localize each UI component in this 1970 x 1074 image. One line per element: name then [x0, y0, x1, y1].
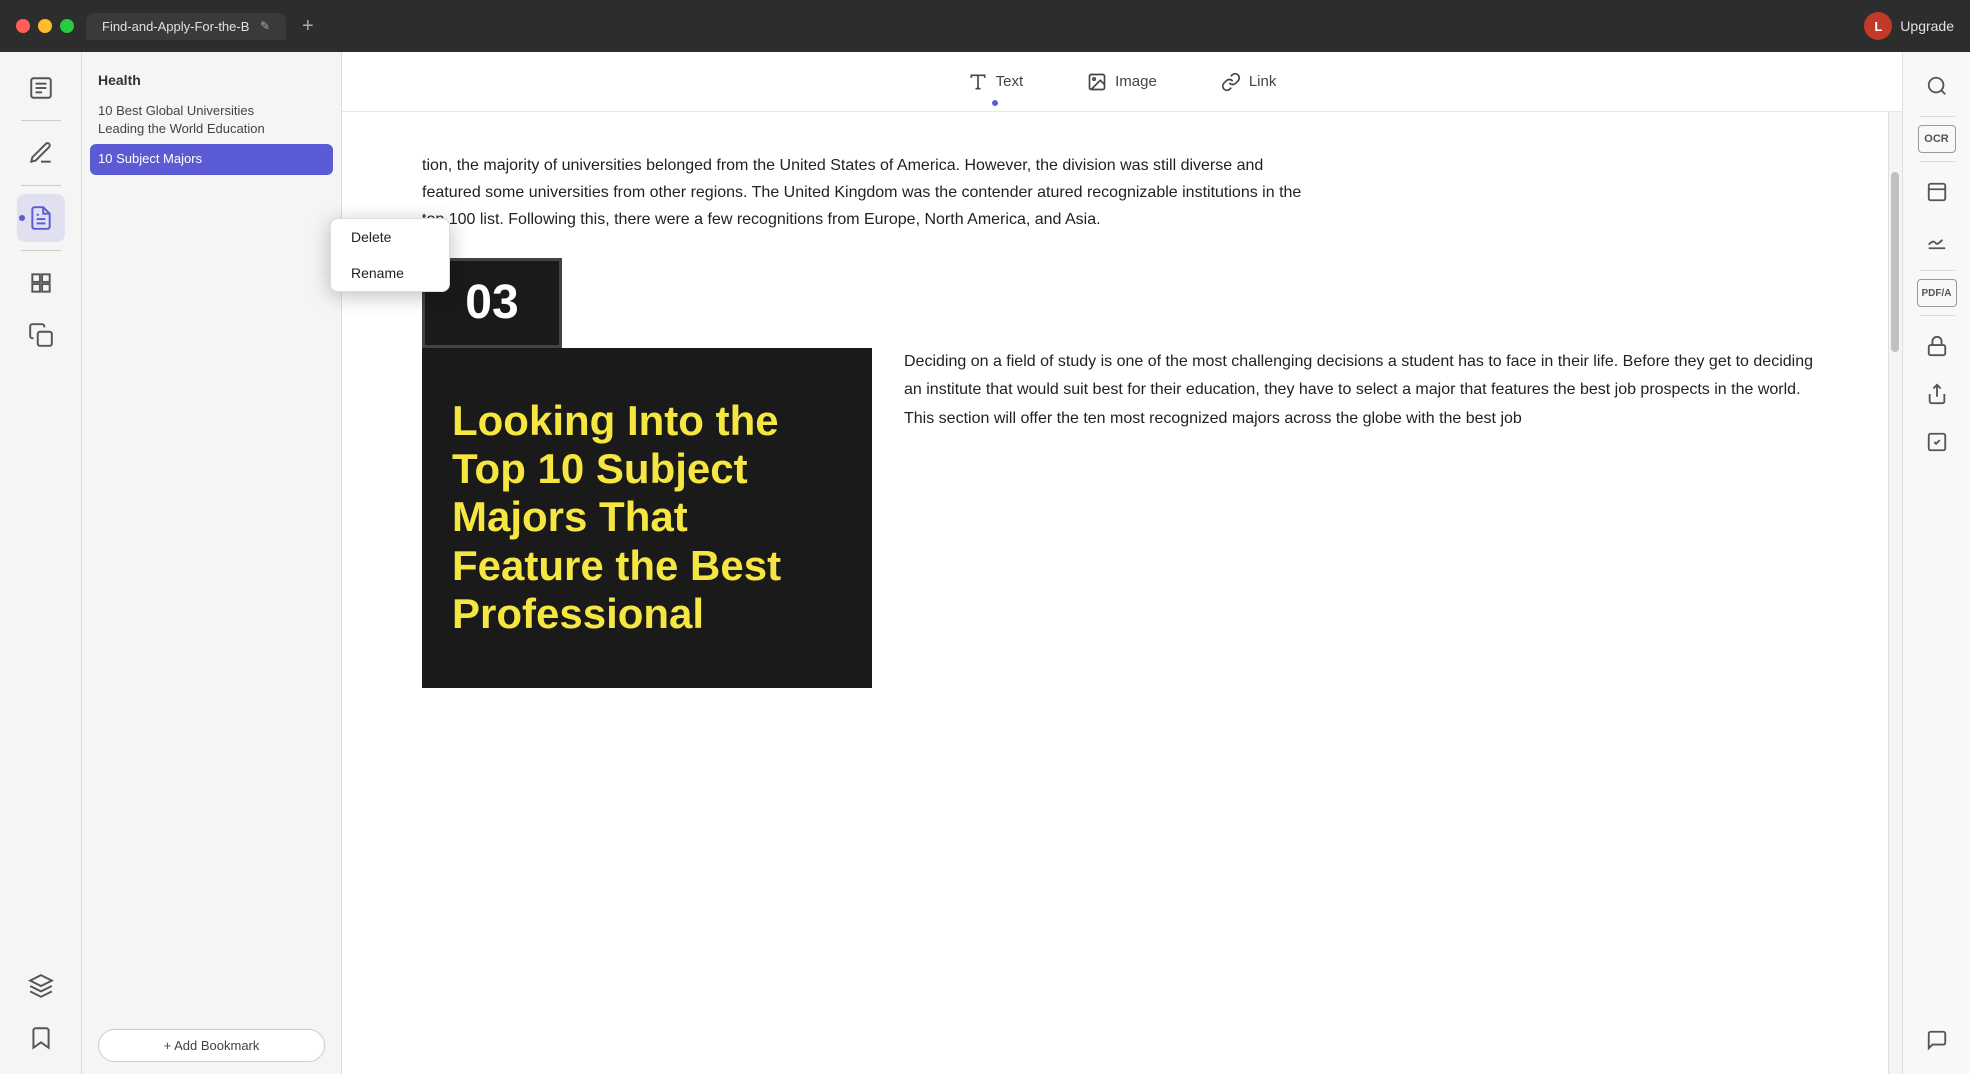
- upgrade-button[interactable]: L Upgrade: [1864, 12, 1954, 40]
- image-tool-label: Image: [1115, 73, 1157, 90]
- ocr-right-icon[interactable]: OCR: [1918, 125, 1956, 153]
- signature-right-icon[interactable]: [1915, 218, 1959, 262]
- bookmark-sidebar: Health 10 Best Global UniversitiesLeadin…: [82, 52, 342, 1074]
- pdfa-right-icon[interactable]: PDF/A: [1917, 279, 1957, 307]
- right-divider-1: [1919, 116, 1955, 117]
- pages-nav-icon[interactable]: [17, 259, 65, 307]
- image-tool-button[interactable]: Image: [1075, 66, 1169, 98]
- tab-add-button[interactable]: +: [302, 15, 314, 38]
- text-tool-label: Text: [996, 73, 1024, 90]
- collapse-right-icon[interactable]: [1915, 170, 1959, 214]
- annotate-nav-icon[interactable]: [17, 129, 65, 177]
- feature-description: Deciding on a field of study is one of t…: [904, 348, 1828, 434]
- traffic-lights: [16, 19, 74, 33]
- bookmark-nav-icon[interactable]: [17, 1014, 65, 1062]
- right-sidebar: OCR PDF/A: [1902, 52, 1970, 1074]
- tab-title: Find-and-Apply-For-the-B: [102, 19, 252, 34]
- right-divider-4: [1919, 315, 1955, 316]
- active-indicator: [19, 215, 25, 221]
- user-avatar: L: [1864, 12, 1892, 40]
- titlebar: Find-and-Apply-For-the-B ✎ + L Upgrade: [0, 0, 1970, 52]
- bookmark-item-1[interactable]: 10 Best Global UniversitiesLeading the W…: [82, 96, 341, 144]
- check-right-icon[interactable]: [1915, 420, 1959, 464]
- bookmark-category: Health: [82, 68, 341, 96]
- bookmark-sidebar-footer: + Add Bookmark: [82, 1017, 341, 1074]
- context-menu-rename[interactable]: Rename: [331, 255, 449, 291]
- lock-right-icon[interactable]: [1915, 324, 1959, 368]
- tab[interactable]: Find-and-Apply-For-the-B ✎: [86, 13, 286, 40]
- minimize-button[interactable]: [38, 19, 52, 33]
- feature-image-block: Looking Into the Top 10 Subject Majors T…: [422, 348, 1828, 688]
- link-tool-label: Link: [1249, 73, 1277, 90]
- main-layout: Health 10 Best Global UniversitiesLeadin…: [0, 52, 1970, 1074]
- upgrade-label: Upgrade: [1900, 18, 1954, 34]
- bookmarks-nav-icon[interactable]: [17, 64, 65, 112]
- active-toolbar-dot: [992, 100, 998, 106]
- add-bookmark-button[interactable]: + Add Bookmark: [98, 1029, 325, 1062]
- paragraph-1: tion, the majority of universities belon…: [422, 152, 1322, 234]
- sidebar-divider-3: [21, 250, 61, 251]
- context-menu-delete[interactable]: Delete: [331, 219, 449, 255]
- right-divider-3: [1919, 270, 1955, 271]
- notes-nav-icon[interactable]: [17, 194, 65, 242]
- right-sidebar-footer: [1915, 1018, 1959, 1062]
- left-icon-sidebar: [0, 52, 82, 1074]
- scrollbar-track[interactable]: [1888, 112, 1902, 1074]
- chat-right-icon[interactable]: [1915, 1018, 1959, 1062]
- search-right-icon[interactable]: [1915, 64, 1959, 108]
- layers-nav-icon[interactable]: [17, 962, 65, 1010]
- doc-content[interactable]: tion, the majority of universities belon…: [342, 112, 1888, 1074]
- sidebar-divider-1: [21, 120, 61, 121]
- right-divider-2: [1919, 161, 1955, 162]
- doc-area: Text Image Link tion, the majority of un…: [342, 52, 1902, 1074]
- link-tool-button[interactable]: Link: [1209, 66, 1289, 98]
- context-menu: Delete Rename: [330, 218, 450, 292]
- feature-heading-text: Looking Into the Top 10 Subject Majors T…: [452, 397, 842, 638]
- scrollbar-thumb[interactable]: [1891, 172, 1899, 352]
- feature-image: Looking Into the Top 10 Subject Majors T…: [422, 348, 872, 688]
- share-right-icon[interactable]: [1915, 372, 1959, 416]
- text-tool-button[interactable]: Text: [956, 66, 1036, 98]
- doc-toolbar: Text Image Link: [342, 52, 1902, 112]
- copies-nav-icon[interactable]: [17, 311, 65, 359]
- maximize-button[interactable]: [60, 19, 74, 33]
- doc-wrapper: tion, the majority of universities belon…: [342, 112, 1902, 1074]
- section-number-container: 03: [422, 258, 1828, 348]
- section-number-text: 03: [465, 275, 518, 330]
- bookmark-item-2[interactable]: 10 Subject Majors: [90, 144, 333, 174]
- tab-edit-icon[interactable]: ✎: [260, 19, 270, 33]
- sidebar-divider-2: [21, 185, 61, 186]
- close-button[interactable]: [16, 19, 30, 33]
